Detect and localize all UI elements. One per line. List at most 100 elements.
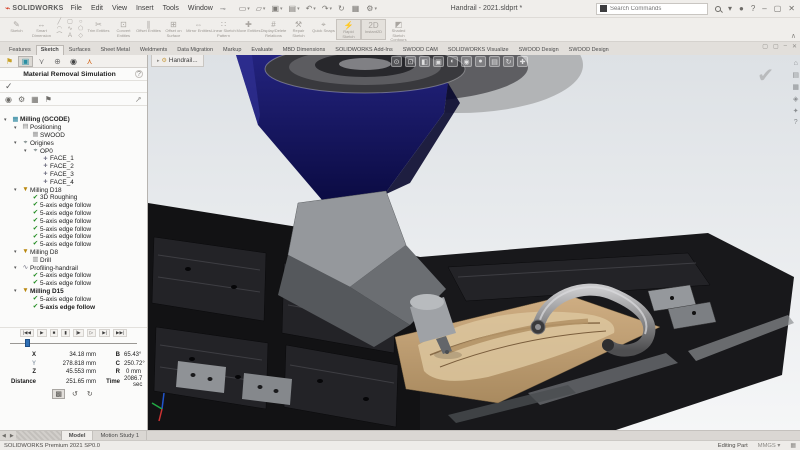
shape-tool-icon[interactable]: ▢ bbox=[67, 19, 73, 26]
tree-item[interactable]: ▾ 5-axis edge follow bbox=[0, 225, 147, 233]
doc-close-icon[interactable]: ✕ bbox=[792, 43, 797, 50]
undo-icon[interactable]: ↶▾ bbox=[306, 4, 316, 13]
search-options-icon[interactable]: ▾ bbox=[728, 4, 732, 13]
ok-button[interactable]: ✓ bbox=[5, 81, 13, 92]
search-commands-box[interactable] bbox=[596, 3, 708, 15]
tree-item[interactable]: ▾ Positioning bbox=[0, 124, 147, 132]
tree-item[interactable]: ▾ FACE_4 bbox=[0, 178, 147, 186]
doc-minimize-icon[interactable]: – bbox=[784, 43, 787, 50]
minimize-icon[interactable]: – bbox=[762, 4, 766, 13]
expander-icon[interactable]: ▾ bbox=[14, 265, 21, 271]
show-stock-icon[interactable]: ◉ bbox=[5, 95, 12, 104]
progress-handle[interactable] bbox=[25, 339, 30, 347]
tree-item[interactable]: ▾ OP0 bbox=[0, 147, 147, 155]
rotate-view-icon[interactable]: ↻ bbox=[503, 56, 514, 67]
mirror-entities-tool[interactable]: ⇔ Mirror Entities bbox=[186, 19, 211, 40]
shape-tool-icon[interactable]: ∿ bbox=[67, 26, 72, 33]
options-icon[interactable]: ⚙▾ bbox=[366, 4, 377, 13]
menu-item[interactable]: File bbox=[71, 5, 82, 12]
pin-icon[interactable]: ⊸ bbox=[133, 93, 144, 104]
expander-icon[interactable]: ▾ bbox=[14, 249, 21, 255]
repair-sketch-tool[interactable]: ⚒ Repair Sketch bbox=[286, 19, 311, 40]
show-machine-icon[interactable]: ⚑ bbox=[45, 95, 52, 104]
document-mode-tab[interactable]: Model bbox=[62, 431, 94, 440]
menu-item[interactable]: Edit bbox=[91, 5, 103, 12]
ribbon-collapse-icon[interactable]: ∧ bbox=[791, 32, 796, 40]
tree-item[interactable]: ▾ 5-axis edge follow bbox=[0, 202, 147, 210]
dimxpertmanager-tab[interactable]: ⊕ bbox=[50, 56, 65, 67]
go-to-end-button[interactable]: ▶▶| bbox=[113, 329, 127, 338]
design-library-icon[interactable]: ▤ bbox=[792, 71, 799, 79]
move-entities-tool[interactable]: ✚ Move Entities bbox=[236, 19, 261, 40]
command-tab[interactable]: Sheet Metal bbox=[95, 45, 134, 55]
tree-item[interactable]: ▾ 5-axis edge follow bbox=[0, 217, 147, 225]
show-tool-icon[interactable]: ⚙ bbox=[18, 95, 25, 104]
tree-item[interactable]: ▾ Milling D8 bbox=[0, 249, 147, 257]
close-icon[interactable]: ✕ bbox=[788, 4, 795, 13]
command-tab[interactable]: Sketch bbox=[36, 45, 64, 55]
show-toolpath-icon[interactable]: ▦ bbox=[31, 95, 39, 104]
smart-dimension-tool[interactable]: ↔ Smart Dimension bbox=[29, 19, 54, 40]
expander-icon[interactable]: ▾ bbox=[24, 148, 31, 154]
display-delete-relations-tool[interactable]: # Display/Delete Relations bbox=[261, 19, 286, 40]
section-view-icon[interactable]: ◧ bbox=[419, 56, 430, 67]
swood-cam-tab[interactable]: ⋏ bbox=[82, 56, 97, 67]
rebuild-icon[interactable]: ↻ bbox=[338, 4, 346, 13]
tree-item[interactable]: ▾ Milling D18 bbox=[0, 186, 147, 194]
trim-entities-tool[interactable]: ✂ Trim Entities bbox=[86, 19, 111, 40]
zoom-fit-icon[interactable]: ⊙ bbox=[391, 56, 402, 67]
displaymanager-tab[interactable]: ◉ bbox=[66, 56, 81, 67]
display-style-icon[interactable]: ◐ bbox=[447, 56, 458, 67]
menu-item[interactable]: Window bbox=[188, 5, 213, 12]
tree-item[interactable]: ▾ FACE_1 bbox=[0, 155, 147, 163]
restore-icon[interactable]: ▢ bbox=[774, 4, 782, 13]
stock-display-toggle[interactable]: ▩ bbox=[52, 389, 65, 399]
help-icon[interactable]: ? bbox=[135, 70, 143, 78]
expander-icon[interactable]: ▾ bbox=[14, 140, 21, 146]
shape-tool-icon[interactable]: ⌒ bbox=[56, 33, 62, 40]
expander-icon[interactable]: ▾ bbox=[14, 187, 21, 193]
configurationmanager-tab[interactable]: ⋎ bbox=[34, 56, 49, 67]
file-explorer-icon[interactable]: ▦ bbox=[792, 83, 799, 91]
viewport-document-tab[interactable]: ▸ ⚙ Handrail... bbox=[151, 55, 204, 67]
view-orientation-icon[interactable]: ▣ bbox=[433, 56, 444, 67]
home-icon[interactable]: ⌂ bbox=[794, 60, 798, 67]
shape-tool-icon[interactable]: ╱ bbox=[58, 19, 62, 26]
tree-item[interactable]: ▾ FACE_3 bbox=[0, 171, 147, 179]
shape-tool-icon[interactable]: ⬠ bbox=[78, 26, 83, 33]
linear-sketch-pattern-tool[interactable]: ∷ Linear Sketch Pattern bbox=[211, 19, 236, 40]
menu-pin-icon[interactable]: ⊸ bbox=[220, 5, 226, 13]
convert-entities-tool[interactable]: ⊡ Convert Entities bbox=[111, 19, 136, 40]
shape-tool-icon[interactable]: ◇ bbox=[78, 33, 83, 40]
tree-item[interactable]: ▾ Drill bbox=[0, 256, 147, 264]
command-tab[interactable]: SWOOD CAM bbox=[398, 45, 443, 55]
slow-play-button[interactable]: ▷ bbox=[87, 329, 97, 338]
stop-button[interactable]: ■ bbox=[50, 329, 59, 338]
command-tab[interactable]: SOLIDWORKS Visualize bbox=[443, 45, 514, 55]
refresh-stock-icon[interactable]: ↺ bbox=[70, 390, 80, 398]
tree-item[interactable]: ▾ Milling D15 bbox=[0, 288, 147, 296]
open-file-icon[interactable]: ▱▾ bbox=[256, 4, 266, 13]
search-input[interactable] bbox=[610, 6, 704, 12]
menu-item[interactable]: View bbox=[112, 5, 127, 12]
tree-item[interactable]: ▾ 5-axis edge follow bbox=[0, 233, 147, 241]
user-account-icon[interactable]: ● bbox=[739, 4, 744, 13]
doc-restore-icon[interactable]: ▢ bbox=[762, 43, 768, 50]
print-icon[interactable]: ▤▾ bbox=[289, 4, 300, 13]
menu-item[interactable]: Tools bbox=[163, 5, 179, 12]
menu-item[interactable]: Insert bbox=[136, 5, 154, 12]
go-to-start-button[interactable]: |◀◀ bbox=[20, 329, 34, 338]
command-tab[interactable]: Markup bbox=[218, 45, 246, 55]
forum-icon[interactable]: ? bbox=[794, 119, 798, 126]
tree-item[interactable]: ▾ 5-axis edge follow bbox=[0, 303, 147, 311]
doc-cascade-icon[interactable]: ▢ bbox=[773, 43, 779, 50]
command-tab[interactable]: Features bbox=[4, 45, 36, 55]
tree-item[interactable]: ▾ FACE_2 bbox=[0, 163, 147, 171]
shape-tool-icon[interactable]: ○ bbox=[79, 19, 83, 26]
shape-tool-icon[interactable]: A bbox=[68, 33, 72, 40]
viewport-3d[interactable]: ▸ ⚙ Handrail... ⊙⊡◧▣◐◉●▤↻✚ ✔ ⌂▤▦◈✦? bbox=[148, 55, 800, 430]
scene-icon[interactable]: ▤ bbox=[489, 56, 500, 67]
document-mode-tab[interactable]: Motion Study 1 bbox=[93, 431, 147, 440]
expander-icon[interactable]: ▾ bbox=[4, 117, 11, 123]
pause-button[interactable]: ▮ bbox=[61, 329, 70, 338]
